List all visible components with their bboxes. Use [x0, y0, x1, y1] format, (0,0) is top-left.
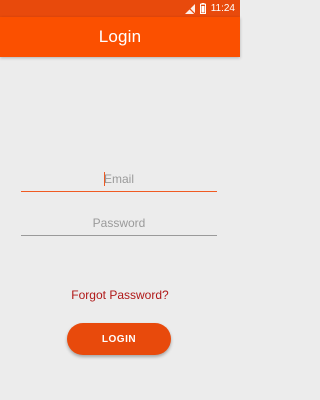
text-cursor [104, 172, 105, 186]
email-field[interactable] [21, 168, 217, 192]
login-button[interactable]: LOGIN [67, 323, 171, 355]
forgot-password-link[interactable]: Forgot Password? [0, 288, 240, 302]
app-bar: Login [0, 17, 240, 57]
signal-icon [184, 3, 195, 14]
page-title: Login [98, 27, 142, 46]
password-field[interactable] [21, 212, 217, 236]
battery-icon [199, 3, 206, 14]
status-time: 11:24 [210, 3, 235, 14]
status-bar: 11:24 [0, 0, 240, 17]
